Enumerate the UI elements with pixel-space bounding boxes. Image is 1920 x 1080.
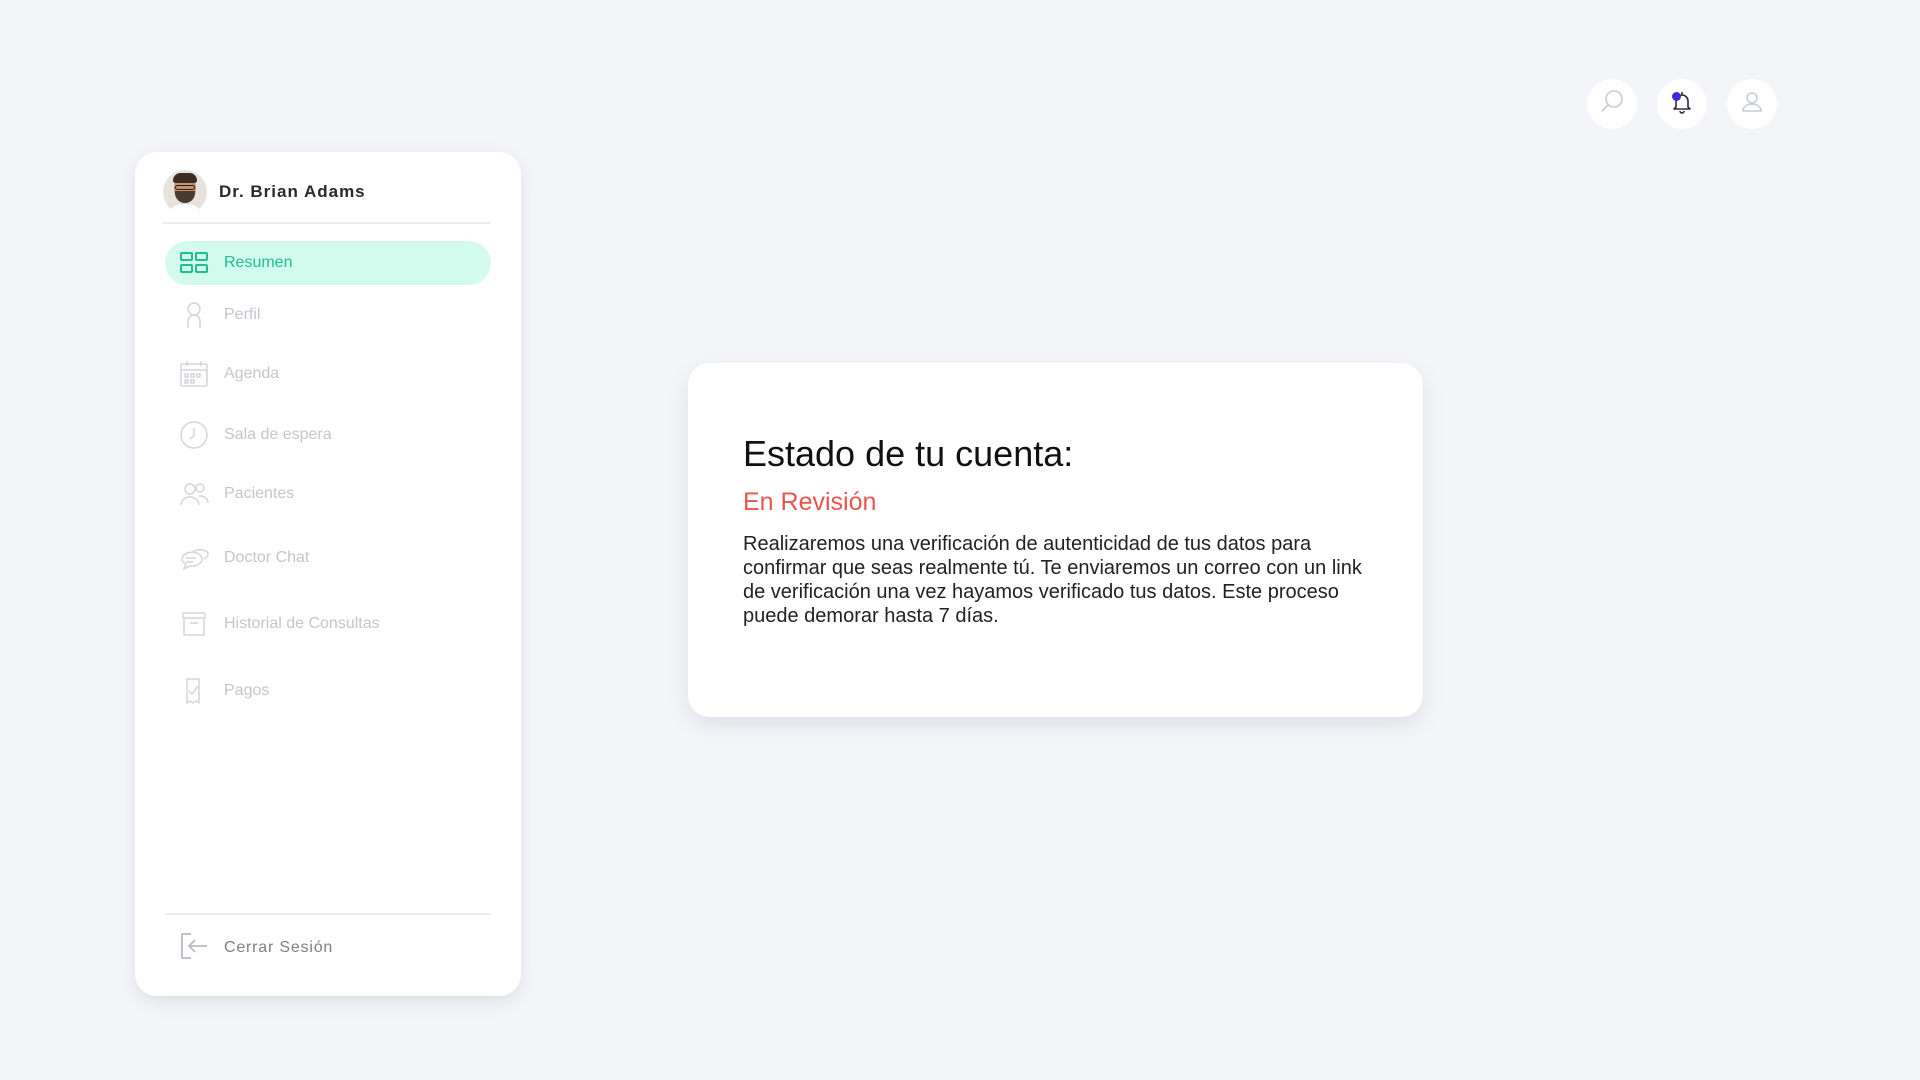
sidebar-item-label: Agenda: [224, 365, 280, 382]
divider: [165, 913, 491, 915]
card-title: Estado de tu cuenta:: [743, 433, 1074, 474]
user-icon: [179, 300, 209, 330]
dashboard-grid-icon: [179, 248, 209, 278]
notifications-button[interactable]: [1657, 79, 1707, 129]
sidebar-item-label: Historial de Consultas: [224, 615, 380, 632]
sidebar-item-pagos[interactable]: Pagos: [165, 669, 491, 713]
user-icon: [1738, 88, 1766, 121]
logout-label: Cerrar Sesión: [224, 939, 334, 956]
clock-icon: [179, 420, 209, 450]
logout-icon: [179, 931, 209, 966]
sidebar-item-label: Perfil: [224, 306, 261, 323]
sidebar-item-label: Doctor Chat: [224, 549, 310, 566]
avatar: [163, 170, 207, 214]
account-button[interactable]: [1727, 79, 1777, 129]
sidebar-item-resumen[interactable]: Resumen: [165, 241, 491, 285]
sidebar-item-historial-de-consultas[interactable]: Historial de Consultas: [165, 602, 491, 646]
sidebar-item-label: Pagos: [224, 682, 270, 699]
profile-name: Dr. Brian Adams: [219, 182, 366, 201]
sidebar-item-label: Sala de espera: [224, 426, 332, 443]
bell-icon: [1668, 88, 1696, 121]
users-icon: [179, 479, 209, 509]
sidebar-item-label: Pacientes: [224, 485, 295, 502]
profile-header: Dr. Brian Adams: [163, 166, 491, 224]
account-status-card: Estado de tu cuenta: En Revisión Realiza…: [688, 363, 1423, 717]
chat-bubbles-icon: [179, 543, 209, 573]
sidebar-item-agenda[interactable]: Agenda: [165, 352, 491, 396]
search-button[interactable]: [1587, 79, 1637, 129]
logout-button[interactable]: Cerrar Sesión: [179, 928, 333, 968]
card-description: Realizaremos una verificación de autenti…: [743, 533, 1362, 627]
notification-badge: [1672, 92, 1681, 101]
receipt-check-icon: [179, 676, 209, 706]
sidebar-item-perfil[interactable]: Perfil: [165, 293, 491, 337]
search-icon: [1598, 88, 1626, 121]
header-actions: [1587, 79, 1777, 129]
calendar-icon: [179, 359, 209, 389]
sidebar-item-doctor-chat[interactable]: Doctor Chat: [165, 536, 491, 580]
status-badge: En Revisión: [743, 488, 877, 516]
archive-icon: [179, 609, 209, 639]
sidebar-item-pacientes[interactable]: Pacientes: [165, 472, 491, 516]
sidebar-item-label: Resumen: [224, 254, 293, 271]
sidebar-item-sala-de-espera[interactable]: Sala de espera: [165, 413, 491, 457]
sidebar: Dr. Brian Adams Resumen Perfil Agenda Sa…: [135, 152, 521, 996]
